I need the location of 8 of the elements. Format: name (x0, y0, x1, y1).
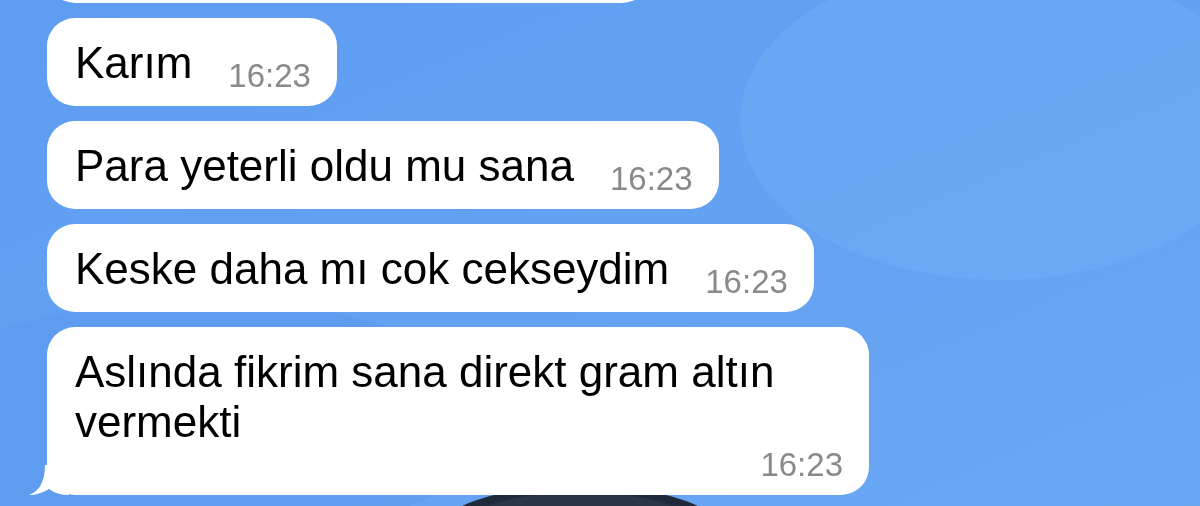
message-text: Para yeterli oldu mu sana (75, 141, 574, 191)
message-text: Aslında fikrim sana direkt gram altın vermekti (75, 347, 776, 447)
message-time: 16:23 (705, 264, 788, 300)
message-text: Keske daha mı cok cekseydim (75, 244, 670, 294)
message-text: Karım (75, 38, 193, 88)
message-time: 16:23 (760, 447, 843, 483)
message-time: 16:23 (228, 58, 311, 94)
message-time: 16:23 (609, 161, 693, 197)
